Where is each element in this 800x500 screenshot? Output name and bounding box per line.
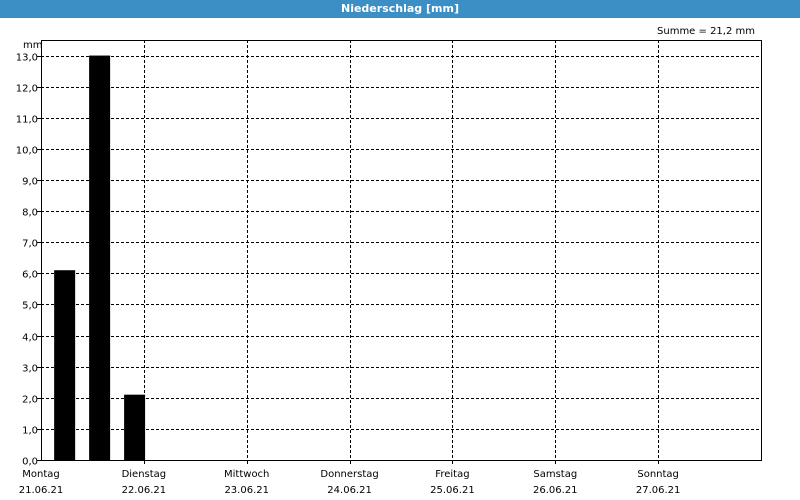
x-date-label: 25.06.21 [430,485,475,496]
x-date-label: 23.06.21 [224,485,269,496]
x-date-label: 26.06.21 [533,485,578,496]
y-tick-label: 12,0 [16,84,38,95]
chart: 0,0 1,0 2,0 3,0 4,0 5,0 6,0 7,0 8,0 9,0 10,0 11,0 12… [16,26,762,496]
y-tick-label: 10,0 [16,146,38,157]
x-date-label: 24.06.21 [327,485,372,496]
y-tick-label: 13,0 [16,53,38,64]
x-day-label: Donnerstag [320,469,378,480]
grid-layer [37,40,761,464]
x-day-label: Dienstag [122,469,167,480]
y-tick-label: 8,0 [22,208,38,219]
y-tick-label: 9,0 [22,177,38,188]
bar [124,394,146,460]
bar [89,55,111,461]
y-tick-label: 7,0 [22,239,38,250]
y-tick-label: 3,0 [22,364,38,375]
plot-frame [41,40,762,461]
chart-window: Niederschlag [mm] 0,0 1,0 2,0 3,0 4,0 5,0 6,0 7… [0,0,800,500]
y-tick-label: 5,0 [22,301,38,312]
bar [54,270,76,460]
x-day-label: Freitag [435,469,469,480]
x-date-label: 27.06.21 [636,485,681,496]
x-day-label: Montag [22,469,59,480]
y-tick-label: 1,0 [22,426,38,437]
x-day-label: Mittwoch [224,469,269,480]
x-day-label: Sonntag [637,469,679,480]
y-axis-unit: mm [23,40,42,51]
bar-layer [54,55,146,461]
x-day-label: Samstag [533,469,577,480]
y-tick-label: 11,0 [16,115,38,126]
sum-annotation: Summe = 21,2 mm [657,26,755,37]
y-tick-label: 0,0 [22,457,38,468]
y-tick-label: 4,0 [22,333,38,344]
x-date-label: 21.06.21 [19,485,64,496]
x-date-label: 22.06.21 [122,485,167,496]
y-tick-label: 6,0 [22,270,38,281]
y-tick-label: 2,0 [22,395,38,406]
